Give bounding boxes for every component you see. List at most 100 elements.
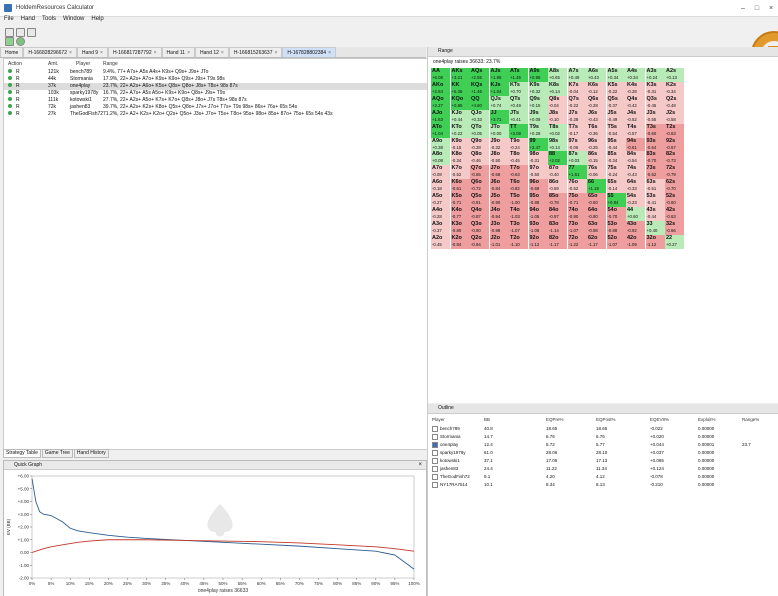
tab-close-icon[interactable]: × (100, 50, 103, 56)
tab-7[interactable]: H-167828802384 × (282, 47, 336, 57)
close-icon[interactable]: × (764, 5, 778, 12)
range-cell[interactable]: QQ +4.60 (470, 95, 489, 110)
range-cell[interactable]: 99 +2.47 (528, 137, 548, 152)
player-checkbox[interactable] (432, 442, 438, 448)
range-cell[interactable]: 66 +1.19 (587, 179, 606, 194)
range-cell[interactable]: 85s -0.34 (606, 151, 626, 166)
range-cell[interactable]: 98o -0.31 (528, 151, 548, 166)
range-cell[interactable]: 73s -0.62 (645, 165, 665, 180)
range-cell[interactable]: 93s -0.64 (645, 137, 665, 152)
range-cell[interactable]: J8s -0.10 (548, 109, 567, 124)
range-cell[interactable]: Q2s -0.48 (665, 95, 684, 110)
range-cell[interactable]: Q7s -0.22 (567, 95, 587, 110)
range-cell[interactable]: 95s -0.44 (606, 137, 626, 152)
player-checkbox[interactable] (432, 450, 438, 456)
tab-0[interactable]: Home (0, 47, 24, 57)
panel-close-icon[interactable]: × (418, 461, 422, 469)
range-cell[interactable]: 32o -1.12 (645, 234, 665, 249)
player-checkbox[interactable] (432, 426, 438, 432)
range-cell[interactable]: J5o -0.90 (489, 193, 509, 208)
range-cell[interactable]: 55 +0.84 (606, 193, 626, 208)
tab-close-icon[interactable]: × (328, 50, 331, 56)
range-cell[interactable]: T4o -1.03 (509, 207, 528, 221)
range-cell[interactable]: 22 +0.27 (665, 234, 684, 249)
range-cell[interactable]: 86o -0.59 (548, 179, 567, 194)
range-cell[interactable]: 52o -1.07 (606, 234, 626, 249)
range-cell[interactable]: 76s -0.06 (587, 165, 606, 180)
range-cell[interactable]: Q2o -0.94 (470, 234, 489, 249)
range-cell[interactable]: K2o -0.84 (450, 234, 470, 249)
hand-row[interactable]: R 111k kotowski1 27.7%, 22+ A2s+ A5o+ K7s+ … (4, 97, 427, 104)
range-cell[interactable]: T9o -0.24 (509, 137, 528, 152)
range-cell[interactable]: 53s -0.41 (645, 193, 665, 208)
range-cell[interactable]: J2o -1.01 (489, 234, 509, 249)
hand-row[interactable]: R 37k one4play 23.7%, 22+ A2s+ A6o+ K5s+ Q8… (4, 83, 427, 90)
range-cell[interactable]: J4s -0.52 (626, 109, 645, 124)
range-cell[interactable]: T5s -0.54 (606, 123, 626, 138)
range-cell[interactable]: 33 +0.40 (645, 220, 665, 235)
range-cell[interactable]: 75o -0.71 (567, 193, 587, 208)
tab-close-icon[interactable]: × (154, 50, 157, 56)
hand-row[interactable]: R 103k sparky1978y 16.7%, 22+ A7s+ A5s A5o+… (4, 90, 427, 97)
range-cell[interactable]: 83o -1.14 (548, 220, 567, 235)
range-cell[interactable]: Q8s -0.04 (548, 95, 567, 110)
hand-row[interactable]: R 44k Stormania 17.9%, 22+ A2s+ A7o+ K9s+ K… (4, 76, 427, 83)
range-cell[interactable]: 54s -0.23 (626, 193, 645, 208)
range-cell[interactable]: J7o -0.68 (489, 165, 509, 180)
open-icon[interactable] (16, 28, 25, 37)
calculate-icon[interactable] (5, 37, 14, 46)
range-cell[interactable]: T6s -0.36 (587, 123, 606, 138)
range-cell[interactable]: J6s -0.43 (587, 109, 606, 124)
range-cell[interactable]: 94s -0.61 (626, 137, 645, 152)
range-cell[interactable]: Q5o -0.81 (470, 193, 489, 208)
range-cell[interactable]: Q9o -0.28 (470, 137, 489, 152)
range-cell[interactable]: A3o -0.37 (431, 220, 450, 235)
save-icon[interactable] (27, 28, 36, 37)
range-cell[interactable]: 77 +1.61 (567, 165, 587, 180)
range-cell[interactable]: AQs +2.55 (470, 68, 489, 82)
range-cell[interactable]: 97o -0.50 (528, 165, 548, 180)
range-cell[interactable]: 43s -0.44 (645, 207, 665, 221)
range-cell[interactable]: 63s -0.51 (645, 179, 665, 194)
tab-close-icon[interactable]: × (275, 50, 278, 56)
range-cell[interactable]: 82o -1.17 (548, 234, 567, 249)
range-cell[interactable]: 64o -0.80 (587, 207, 606, 221)
range-cell[interactable]: J4o -0.94 (489, 207, 509, 221)
range-cell[interactable]: Q4o -0.87 (470, 207, 489, 221)
range-cell[interactable]: AQo +2.27 (431, 95, 450, 110)
tab-close-icon[interactable]: × (69, 50, 72, 56)
range-cell[interactable]: K9s +0.32 (528, 81, 548, 96)
range-cell[interactable]: 84o -0.97 (548, 207, 567, 221)
hand-row[interactable]: R 72k jashen83 39.7%, 22+ A2s+ K2s+ K8o+ Q5… (4, 104, 427, 111)
range-cell[interactable]: JTo +0.00 (489, 123, 509, 138)
range-cell[interactable]: T6o -0.82 (509, 179, 528, 194)
range-cell[interactable]: 32s -0.66 (665, 220, 684, 235)
range-cell[interactable]: 72o -1.22 (567, 234, 587, 249)
range-cell[interactable]: K5o -0.71 (450, 193, 470, 208)
range-cell[interactable]: Q8o -0.46 (470, 151, 489, 166)
menu-file[interactable]: File (4, 16, 14, 25)
menu-window[interactable]: Window (63, 16, 84, 25)
player-checkbox[interactable] (432, 458, 438, 464)
tab-1[interactable]: H-166828296672 × (23, 47, 77, 57)
menu-hand[interactable]: Hand (21, 16, 35, 25)
range-cell[interactable]: 97s -0.06 (567, 137, 587, 152)
range-cell[interactable]: Q9s +0.15 (528, 95, 548, 110)
range-cell[interactable]: T2o -1.10 (509, 234, 528, 249)
range-cell[interactable]: 62s -0.70 (665, 179, 684, 194)
bottom-tab-1[interactable]: Game Tree (41, 449, 73, 458)
outline-row[interactable]: one4play 12.4 5.72 5.77 +0.044 0.00001 23.7 (428, 441, 778, 449)
range-cell[interactable]: 82s -0.73 (665, 151, 684, 166)
range-cell[interactable]: 65o -0.60 (587, 193, 606, 208)
range-cell[interactable]: ATo +1.04 (431, 123, 450, 138)
range-cell[interactable]: A2o -0.45 (431, 234, 450, 249)
bottom-tab-0[interactable]: Strategy Table (3, 449, 41, 458)
outline-row[interactable]: bench789 40.8 18.65 18.65 -0.022 0.00000 (428, 425, 778, 433)
range-cell[interactable]: T8o -0.45 (509, 151, 528, 166)
range-cell[interactable]: 95o -0.88 (528, 193, 548, 208)
outline-row[interactable]: TheGodFish72 9.1 4.20 4.12 -0.078 0.00000 (428, 473, 778, 481)
range-cell[interactable]: T3s -0.60 (645, 123, 665, 138)
range-cell[interactable]: Q4s -0.42 (626, 95, 645, 110)
range-cell[interactable]: A6s +0.43 (587, 68, 606, 82)
range-cell[interactable]: J9o -0.32 (489, 137, 509, 152)
